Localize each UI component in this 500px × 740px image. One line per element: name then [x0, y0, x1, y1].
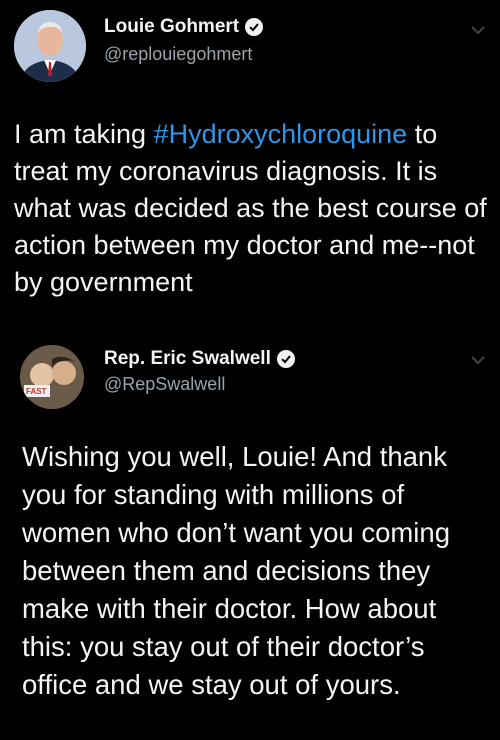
verified-badge-icon — [276, 350, 295, 368]
tweet-author-handle[interactable]: @replouiegohmert — [104, 44, 252, 65]
svg-text:FAST: FAST — [26, 387, 47, 396]
reply-author-handle[interactable]: @RepSwalwell — [104, 374, 225, 395]
reply-author-name[interactable]: Rep. Eric Swalwell — [104, 348, 295, 370]
reply-text: Wishing you well, Louie! And thank you f… — [22, 441, 451, 700]
tweet-author-name[interactable]: Louie Gohmert — [104, 16, 264, 38]
verified-badge-icon — [245, 18, 264, 36]
gohmert-avatar[interactable] — [14, 10, 86, 82]
chevron-down-icon[interactable] — [470, 22, 486, 38]
hashtag-link[interactable]: #Hydroxychloroquine — [154, 119, 408, 149]
tweet-text: I am taking #Hydroxychloroquine to treat… — [14, 119, 487, 297]
swalwell-avatar[interactable]: FAST — [20, 345, 84, 409]
chevron-down-icon[interactable] — [470, 352, 486, 368]
